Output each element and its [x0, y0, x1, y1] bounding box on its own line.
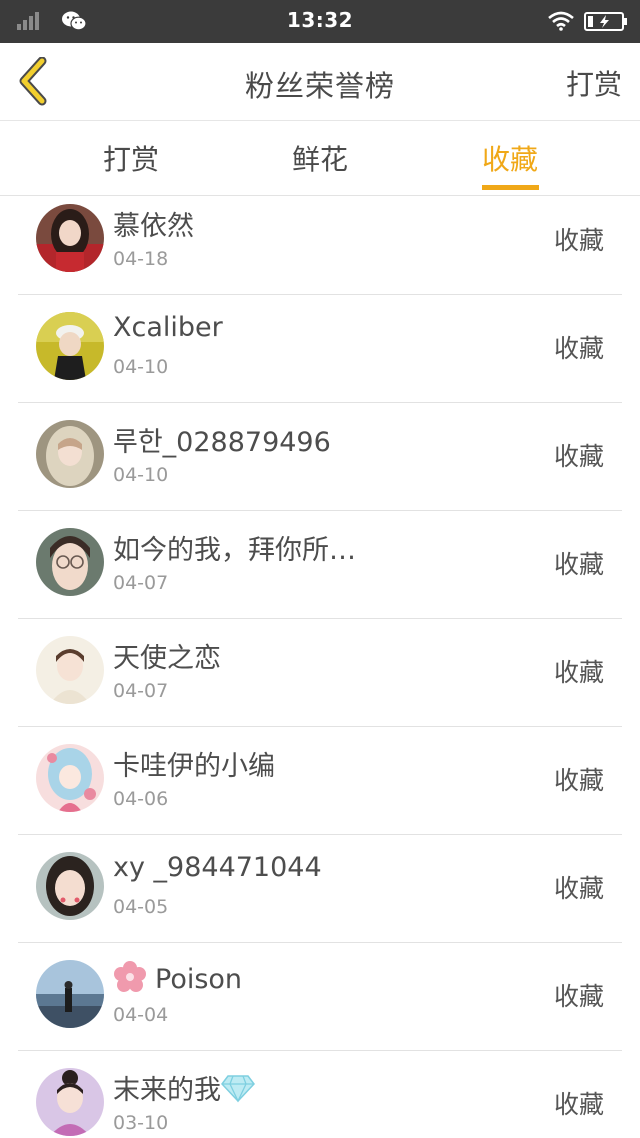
- list-item[interactable]: Xcaliber 04-10 收藏: [0, 295, 640, 403]
- avatar[interactable]: [36, 744, 104, 812]
- avatar[interactable]: [36, 204, 104, 272]
- fan-name: 如今的我，拜你所…: [113, 535, 356, 566]
- fan-type: 收藏: [553, 874, 604, 903]
- list-item[interactable]: 末来的我 03-10 收藏: [0, 1051, 640, 1138]
- avatar[interactable]: [36, 960, 104, 1028]
- fan-date: 04-18: [113, 248, 169, 270]
- fan-type: 收藏: [553, 766, 604, 795]
- tab-flowers[interactable]: 鲜花: [292, 138, 348, 178]
- fan-date: 04-05: [113, 896, 169, 918]
- fan-name: Poison: [113, 960, 242, 995]
- fan-name: 末来的我: [113, 1068, 255, 1107]
- battery-charging-icon: [584, 12, 627, 31]
- reward-button[interactable]: 打赏: [566, 63, 622, 103]
- fan-date: 04-04: [113, 1004, 169, 1026]
- fan-name: 天使之恋: [113, 643, 221, 674]
- fan-type: 收藏: [553, 982, 604, 1011]
- fan-date: 04-10: [113, 464, 169, 486]
- fan-name-text: Poison: [155, 964, 243, 995]
- avatar[interactable]: [36, 636, 104, 704]
- list-item[interactable]: 루한_028879496 04-10 收藏: [0, 403, 640, 511]
- fan-name: 루한_028879496: [113, 427, 331, 458]
- fan-name: xy _984471044: [113, 852, 322, 883]
- list-item[interactable]: Poison 04-04 收藏: [0, 943, 640, 1051]
- fan-name: Xcaliber: [113, 312, 223, 343]
- list-item[interactable]: 天使之恋 04-07 收藏: [0, 619, 640, 727]
- fan-date: 04-10: [113, 356, 169, 378]
- avatar[interactable]: [36, 528, 104, 596]
- list-item[interactable]: xy _984471044 04-05 收藏: [0, 835, 640, 943]
- wifi-icon: [548, 11, 574, 31]
- list-item[interactable]: 如今的我，拜你所… 04-07 收藏: [0, 511, 640, 619]
- fan-type: 收藏: [553, 334, 604, 363]
- avatar[interactable]: [36, 1068, 104, 1136]
- fan-type: 收藏: [553, 1090, 604, 1119]
- fan-name-text: 末来的我: [113, 1075, 221, 1106]
- fan-date: 04-07: [113, 680, 169, 702]
- diamond-icon: [221, 1075, 255, 1103]
- fan-name: 慕依然: [113, 211, 194, 242]
- status-time: 13:32: [286, 8, 354, 32]
- list-item[interactable]: 慕依然 04-18 收藏: [0, 187, 640, 295]
- fan-name: 卡哇伊的小编: [113, 751, 275, 782]
- fan-type: 收藏: [553, 550, 604, 579]
- app-header: 粉丝荣誉榜 打赏: [0, 43, 640, 121]
- fan-date: 03-10: [113, 1112, 169, 1134]
- flower-icon: [114, 961, 146, 992]
- fan-date: 04-06: [113, 788, 169, 810]
- fan-type: 收藏: [553, 442, 604, 471]
- avatar[interactable]: [36, 420, 104, 488]
- avatar[interactable]: [36, 852, 104, 920]
- tab-favorites[interactable]: 收藏: [482, 138, 538, 178]
- list-item[interactable]: 卡哇伊的小编 04-06 收藏: [0, 727, 640, 835]
- fan-type: 收藏: [553, 658, 604, 687]
- fan-type: 收藏: [553, 226, 604, 255]
- tab-reward[interactable]: 打赏: [103, 138, 159, 178]
- status-bar: 13:32: [0, 0, 640, 43]
- tab-bar: 打赏 鲜花 收藏: [0, 121, 640, 196]
- avatar[interactable]: [36, 312, 104, 380]
- page-title: 粉丝荣誉榜: [244, 69, 395, 103]
- fan-date: 04-07: [113, 572, 169, 594]
